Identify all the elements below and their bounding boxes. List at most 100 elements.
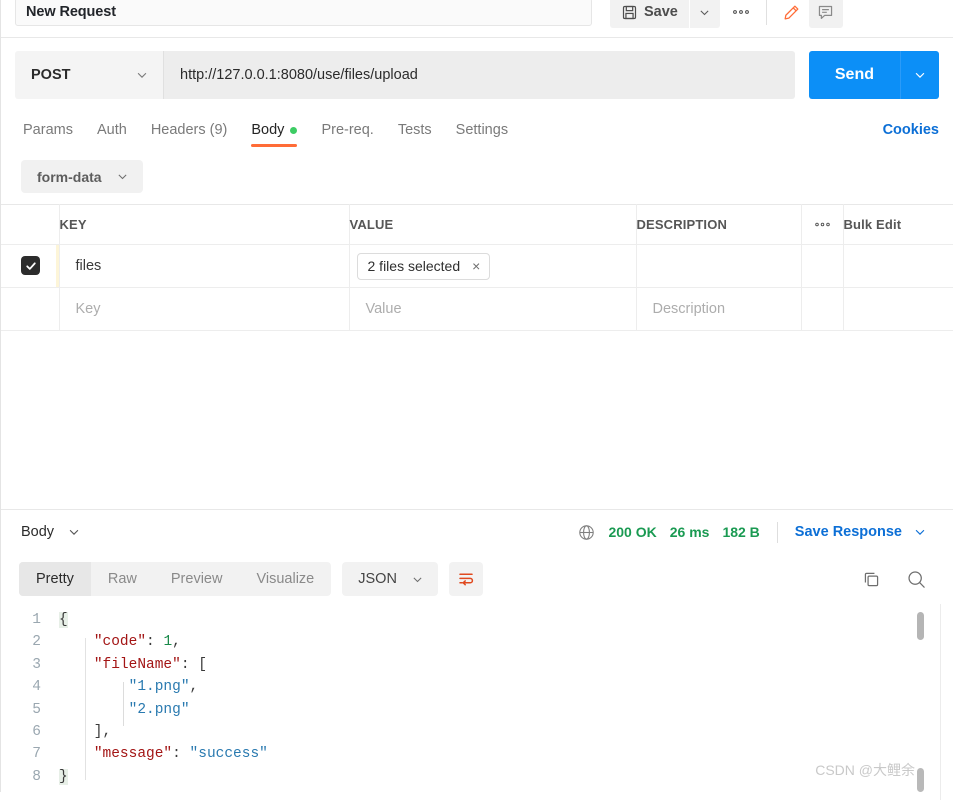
table-row[interactable]: files 2 files selected × — [1, 244, 953, 288]
edit-documentation-button[interactable] — [774, 0, 809, 28]
code-text: "message": "success" — [93, 746, 268, 763]
body-mode-label: form-data — [37, 168, 102, 185]
toolbar-divider — [765, 0, 767, 25]
code-fold-guide — [85, 638, 86, 780]
tab-pretty[interactable]: Pretty — [19, 562, 91, 596]
files-selected-label: 2 files selected — [367, 258, 461, 274]
row-checkbox[interactable] — [21, 256, 40, 276]
row-description-input[interactable] — [636, 244, 802, 288]
send-options-button[interactable] — [900, 51, 939, 99]
row-checkbox-cell — [1, 244, 60, 288]
code-text: } — [59, 768, 68, 785]
save-response-label: Save Response — [794, 524, 902, 540]
placeholder-checkbox-cell — [1, 287, 60, 331]
code-text: "fileName": [ — [93, 656, 207, 673]
placeholder-description-input[interactable]: Description — [636, 287, 802, 331]
files-selected-chip[interactable]: 2 files selected × — [356, 252, 491, 280]
request-title-field[interactable]: New Request — [15, 0, 592, 26]
request-more-options-button[interactable] — [724, 0, 758, 28]
close-icon[interactable]: × — [472, 259, 480, 273]
response-stats: 200 OK 26 ms 182 B Save Response — [578, 521, 927, 543]
tab-body-label: Body — [251, 122, 285, 138]
url-input[interactable]: http://127.0.0.1:8080/use/files/upload — [163, 51, 795, 99]
line-number: 6 — [32, 723, 41, 740]
tab-prerequest[interactable]: Pre-req. — [321, 122, 373, 147]
comments-button[interactable] — [808, 0, 843, 28]
table-placeholder-row[interactable]: Key Value Description — [1, 287, 953, 331]
chevron-down-icon — [67, 525, 81, 539]
request-title-text: New Request — [26, 4, 116, 20]
tab-tests[interactable]: Tests — [398, 122, 432, 147]
tab-preview[interactable]: Preview — [154, 562, 240, 596]
code-line: 8} — [1, 766, 953, 788]
line-number: 2 — [32, 634, 41, 651]
postman-request-view: New Request Save POST http://127.0.0.1:8… — [0, 0, 953, 800]
chevron-down-icon — [913, 68, 927, 82]
placeholder-value-input[interactable]: Value — [349, 287, 637, 331]
send-button-group: Send — [808, 51, 939, 99]
row-key-input[interactable]: files — [59, 244, 350, 288]
body-has-content-dot — [290, 126, 298, 134]
ellipsis-horizontal-icon — [732, 8, 750, 16]
copy-button[interactable] — [862, 570, 881, 589]
tab-params[interactable]: Params — [23, 122, 73, 147]
url-bar: POST http://127.0.0.1:8080/use/files/upl… — [1, 38, 953, 115]
bulk-edit-button[interactable]: Bulk Edit — [843, 204, 953, 245]
scrollbar-thumb-secondary[interactable] — [917, 768, 924, 792]
code-text: "code": 1, — [93, 634, 181, 651]
placeholder-bulk-cell — [843, 287, 953, 331]
line-number: 1 — [32, 612, 41, 628]
ellipsis-horizontal-icon — [802, 221, 843, 228]
response-format-select[interactable]: JSON — [342, 562, 438, 596]
code-line: 4 "1.png", — [1, 676, 953, 698]
word-wrap-button[interactable] — [448, 562, 483, 596]
response-format-label: JSON — [358, 571, 397, 587]
chevron-down-icon — [913, 525, 927, 539]
floppy-disk-icon — [622, 5, 637, 20]
tab-settings-label: Settings — [455, 122, 509, 138]
tab-visualize[interactable]: Visualize — [239, 562, 331, 596]
body-mode-select[interactable]: form-data — [21, 160, 143, 193]
save-button-label: Save — [644, 4, 678, 20]
placeholder-options-cell — [801, 287, 844, 331]
save-button[interactable]: Save — [610, 0, 689, 28]
save-options-button[interactable] — [689, 0, 720, 28]
tab-settings[interactable]: Settings — [456, 122, 508, 147]
tab-body[interactable]: Body — [251, 122, 298, 147]
search-button[interactable] — [906, 569, 927, 590]
tab-raw[interactable]: Raw — [91, 562, 154, 596]
code-line: 6 ], — [1, 721, 953, 743]
response-scrollbar[interactable] — [917, 612, 924, 796]
code-text: "1.png", — [128, 679, 199, 696]
tab-headers[interactable]: Headers (9) — [151, 122, 228, 147]
form-data-table: KEY VALUE DESCRIPTION Bulk Edit files 2 … — [1, 204, 953, 331]
cookies-link[interactable]: Cookies — [883, 122, 939, 147]
http-method-value: POST — [31, 67, 71, 83]
table-options-button[interactable] — [801, 204, 844, 245]
tab-auth-label: Auth — [96, 122, 127, 138]
table-header-row: KEY VALUE DESCRIPTION Bulk Edit — [1, 204, 953, 245]
response-body-selector[interactable]: Body — [21, 524, 81, 540]
code-line: 2 "code": 1, — [1, 631, 953, 653]
table-header-key: KEY — [59, 204, 350, 245]
chevron-down-icon — [411, 573, 424, 586]
code-fold-guide-nested — [123, 682, 124, 726]
scrollbar-thumb[interactable] — [917, 612, 924, 640]
placeholder-key-input[interactable]: Key — [59, 287, 350, 331]
chevron-down-icon — [116, 170, 129, 183]
line-number: 4 — [32, 679, 41, 696]
save-response-button[interactable]: Save Response — [795, 524, 927, 540]
request-topbar: New Request Save — [1, 0, 953, 37]
http-method-select[interactable]: POST — [15, 51, 163, 99]
response-header: Body 200 OK 26 ms 182 B Save Response — [1, 510, 953, 554]
response-body-viewer[interactable]: 1{2 "code": 1, 3 "fileName": [4 "1.png", 5… — [1, 604, 953, 800]
row-options-cell — [801, 244, 844, 288]
body-mode-row: form-data — [1, 147, 953, 204]
row-bulk-cell — [843, 244, 953, 288]
comment-icon — [817, 4, 834, 21]
tab-auth[interactable]: Auth — [97, 122, 127, 147]
code-line: 5 "2.png" — [1, 699, 953, 721]
response-tools — [862, 569, 927, 590]
code-text: { — [59, 612, 68, 628]
send-button[interactable]: Send — [808, 51, 900, 99]
